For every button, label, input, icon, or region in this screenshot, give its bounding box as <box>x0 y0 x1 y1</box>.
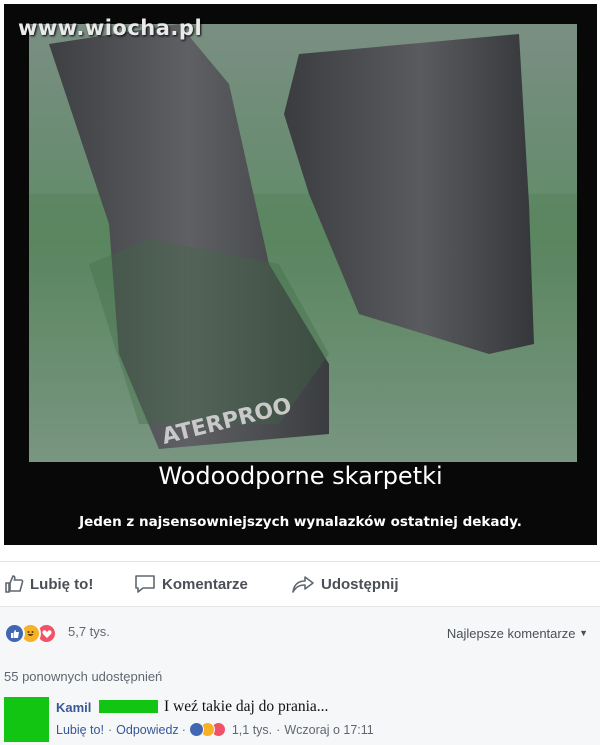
reactions-bar: 5,7 tys. Najlepsze komentarze ▼ <box>0 607 600 657</box>
meta-separator: · <box>276 722 281 737</box>
like-label: Lubię to! <box>30 575 94 593</box>
like-icon <box>4 623 25 644</box>
share-button[interactable]: Udostępnij <box>291 574 399 594</box>
action-bar: Lubię to! Komentarze Udostępnij <box>0 562 600 606</box>
meta-separator: · <box>107 722 113 737</box>
comment-label: Komentarze <box>162 575 248 593</box>
meme-title: Wodoodporne skarpetki <box>158 462 443 490</box>
comment-button[interactable]: Komentarze <box>134 574 248 594</box>
like-icon <box>188 722 204 737</box>
comment-timestamp[interactable]: Wczoraj o 17:11 <box>284 723 373 737</box>
redacted-surname <box>99 700 158 713</box>
share-label: Udostępnij <box>321 575 399 593</box>
meme-subtitle: Jeden z najsensowniejszych wynalazków os… <box>79 514 522 530</box>
sort-label: Najlepsze komentarze <box>446 626 576 641</box>
thumbs-up-icon <box>4 574 24 594</box>
sort-comments-dropdown[interactable]: Najlepsze komentarze ▼ <box>447 626 588 641</box>
shares-count[interactable]: 55 ponownych udostępnień <box>4 669 162 684</box>
meme-image[interactable]: www.wiocha.pl ATERPROO Wodoodporne skarp… <box>4 4 597 545</box>
share-arrow-icon <box>291 574 315 594</box>
shares-row: 55 ponownych udostępnień <box>0 657 600 695</box>
meta-separator: · <box>181 722 186 737</box>
comment-icon <box>134 574 156 594</box>
comment-author[interactable]: Kamil <box>56 700 91 715</box>
comment-text: I weź takie daj do prania... <box>164 698 329 715</box>
comment-reaction-icons[interactable] <box>188 722 226 737</box>
comment-item: Kamil I weź takie daj do prania... Lubię… <box>0 695 600 745</box>
caret-down-icon: ▼ <box>579 628 588 638</box>
avatar[interactable] <box>4 697 49 742</box>
like-button[interactable]: Lubię to! <box>4 574 93 594</box>
sock-photo: ATERPROO <box>29 24 577 462</box>
comment-like-link[interactable]: Lubię to! <box>56 723 104 737</box>
reaction-icons[interactable] <box>4 623 57 644</box>
comment-meta: Lubię to! · Odpowiedz · 1,1 tys. · Wczor… <box>56 722 374 737</box>
watermark: www.wiocha.pl <box>18 16 203 40</box>
comment-reply-link[interactable]: Odpowiedz <box>116 723 179 737</box>
reaction-count[interactable]: 5,7 tys. <box>68 624 110 639</box>
comment-reaction-count[interactable]: 1,1 tys. <box>232 723 272 737</box>
